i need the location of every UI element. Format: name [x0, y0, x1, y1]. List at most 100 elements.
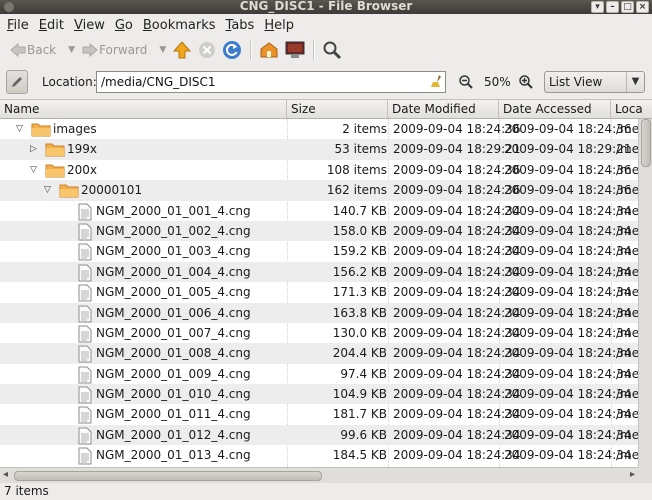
file-row[interactable]: NGM_2000_01_011_4.cng 181.7 KB 2009-09-04 …: [0, 404, 638, 424]
back-history-dropdown[interactable]: ▼: [59, 38, 78, 62]
file-date-modified: 2009-09-04 18:24:36: [393, 183, 521, 198]
computer-button[interactable]: [282, 38, 308, 62]
file-date-accessed: 2009-09-04 18:29:21: [504, 142, 632, 157]
file-size: 97.4 KB: [340, 366, 387, 381]
stop-button[interactable]: [195, 38, 219, 62]
file-list: Name Size Date Modified Date Accessed Lo…: [0, 99, 652, 483]
menu-view[interactable]: View: [69, 18, 110, 33]
column-date-accessed[interactable]: Date Accessed: [499, 100, 611, 118]
file-size: 156.2 KB: [332, 264, 387, 279]
file-location: /mec: [616, 122, 638, 136]
file-row[interactable]: ▷ 199x 53 items 2009-09-04 18:29:21 2009-09-…: [0, 139, 638, 160]
file-date-modified: 2009-09-04 18:24:34: [393, 346, 521, 361]
file-row[interactable]: NGM_2000_01_012_4.cng 99.6 KB 2009-09-04 1…: [0, 424, 638, 446]
menu-bookmarks[interactable]: Bookmarks: [138, 18, 221, 33]
file-location: /mec: [616, 223, 638, 238]
expander-icon[interactable]: ▷: [30, 144, 37, 154]
expander-icon[interactable]: ▽: [30, 165, 37, 175]
file-location: /mec: [616, 162, 638, 177]
file-date-modified: 2009-09-04 18:24:34: [393, 448, 521, 463]
file-name: NGM_2000_01_007_4.cng: [96, 325, 251, 340]
file-size: 2 items: [342, 122, 387, 136]
file-date-accessed: 2009-09-04 18:24:34: [504, 346, 632, 361]
menu-file[interactable]: File: [2, 18, 34, 33]
vertical-scrollbar[interactable]: [638, 119, 652, 469]
file-row[interactable]: NGM_2000_01_007_4.cng 130.0 KB 2009-09-04 …: [0, 323, 638, 343]
horizontal-scroll-thumb[interactable]: [14, 471, 322, 481]
file-row[interactable]: ▽ 20000101 162 items 2009-09-04 18:24:36 200…: [0, 180, 638, 201]
file-row[interactable]: NGM_2000_01_004_4.cng 156.2 KB 2009-09-04 …: [0, 261, 638, 283]
file-name: images: [53, 122, 97, 136]
zoom-in-icon[interactable]: [518, 74, 534, 90]
file-row[interactable]: NGM_2000_01_010_4.cng 104.9 KB 2009-09-04 …: [0, 384, 638, 405]
back-button[interactable]: Back: [6, 38, 59, 62]
file-size: 140.7 KB: [332, 203, 387, 218]
forward-button[interactable]: Forward: [78, 38, 150, 62]
up-button[interactable]: [169, 38, 195, 62]
file-date-modified: 2009-09-04 18:24:34: [393, 223, 521, 238]
window-minimize-button[interactable]: –: [606, 1, 619, 13]
window-shade-button[interactable]: ▾: [591, 1, 604, 13]
file-location: /mec: [616, 448, 638, 463]
reload-button[interactable]: [219, 38, 245, 62]
file-date-accessed: 2009-09-04 18:24:34: [504, 427, 632, 442]
file-row[interactable]: ▽ 200x 108 items 2009-09-04 18:24:36 2009-09…: [0, 160, 638, 180]
expander-icon[interactable]: ▽: [16, 124, 23, 134]
file-date-accessed: 2009-09-04 18:24:34: [504, 305, 632, 320]
file-row[interactable]: NGM_2000_01_013_4.cng 184.5 KB 2009-09-04 …: [0, 445, 638, 465]
toggle-location-entry-button[interactable]: [6, 70, 28, 94]
file-date-modified: 2009-09-04 18:24:34: [393, 427, 521, 442]
expander-icon[interactable]: ▽: [44, 185, 51, 195]
column-size[interactable]: Size: [287, 100, 388, 118]
scroll-right-icon[interactable]: ▸: [630, 469, 635, 480]
clear-location-icon[interactable]: [430, 74, 444, 88]
menu-edit[interactable]: Edit: [34, 18, 69, 33]
menu-bar: File Edit View Go Bookmarks Tabs Help: [0, 14, 652, 36]
menu-tabs[interactable]: Tabs: [221, 18, 260, 33]
file-row[interactable]: NGM_2000_01_002_4.cng 158.0 KB 2009-09-04 …: [0, 220, 638, 242]
search-button[interactable]: [319, 38, 345, 62]
column-location[interactable]: Loca: [611, 100, 652, 118]
file-date-accessed: 2009-09-04 18:24:36: [504, 183, 632, 198]
file-row[interactable]: NGM_2000_01_009_4.cng 97.4 KB 2009-09-04 1…: [0, 364, 638, 384]
file-name: NGM_2000_01_012_4.cng: [96, 427, 251, 442]
file-size: 104.9 KB: [332, 387, 387, 402]
menu-help[interactable]: Help: [259, 18, 299, 33]
window-maximize-button[interactable]: □: [621, 1, 634, 13]
menu-go[interactable]: Go: [110, 18, 138, 33]
file-location: /mec: [616, 366, 638, 381]
location-input[interactable]: /media/CNG_DISC1: [96, 71, 446, 93]
file-size: 53 items: [334, 142, 387, 157]
horizontal-scrollbar[interactable]: ◂ ▸: [0, 467, 638, 483]
file-size: 99.6 KB: [340, 427, 387, 442]
file-row[interactable]: NGM_2000_01_003_4.cng 159.2 KB 2009-09-04 …: [0, 241, 638, 261]
file-name: NGM_2000_01_004_4.cng: [96, 264, 251, 279]
column-name[interactable]: Name: [0, 100, 287, 118]
chevron-down-icon: ▼: [626, 72, 644, 92]
file-row[interactable]: ▽ images 2 items 2009-09-04 18:24:36 2009-09…: [0, 119, 638, 139]
home-button[interactable]: [256, 38, 282, 62]
file-date-modified: 2009-09-04 18:24:36: [393, 162, 521, 177]
scroll-left-icon[interactable]: ◂: [3, 469, 8, 480]
file-date-modified: 2009-09-04 18:24:34: [393, 325, 521, 340]
file-row[interactable]: NGM_2000_01_005_4.cng 171.3 KB 2009-09-04 …: [0, 282, 638, 302]
zoom-out-icon[interactable]: [458, 74, 474, 90]
computer-icon: [285, 41, 305, 58]
file-location: /mec: [616, 427, 638, 442]
file-date-modified: 2009-09-04 18:24:34: [393, 387, 521, 402]
file-row[interactable]: NGM_2000_01_008_4.cng 204.4 KB 2009-09-04 …: [0, 343, 638, 364]
file-row[interactable]: NGM_2000_01_001_4.cng 140.7 KB 2009-09-04 …: [0, 201, 638, 221]
view-mode-select[interactable]: List View ▼: [544, 71, 645, 93]
zoom-level: 50%: [484, 75, 511, 89]
column-date-modified[interactable]: Date Modified: [388, 100, 499, 118]
home-folder-icon: [260, 42, 278, 58]
file-size: 108 items: [326, 162, 387, 177]
file-row[interactable]: NGM_2000_01_006_4.cng 163.8 KB 2009-09-04 …: [0, 302, 638, 323]
file-date-modified: 2009-09-04 18:24:34: [393, 264, 521, 279]
window-close-button[interactable]: ×: [636, 1, 649, 13]
file-size: 130.0 KB: [332, 325, 387, 340]
vertical-scroll-thumb[interactable]: [641, 119, 651, 167]
file-name: NGM_2000_01_003_4.cng: [96, 244, 251, 259]
forward-history-dropdown[interactable]: ▼: [150, 38, 169, 62]
file-name: NGM_2000_01_006_4.cng: [96, 305, 251, 320]
